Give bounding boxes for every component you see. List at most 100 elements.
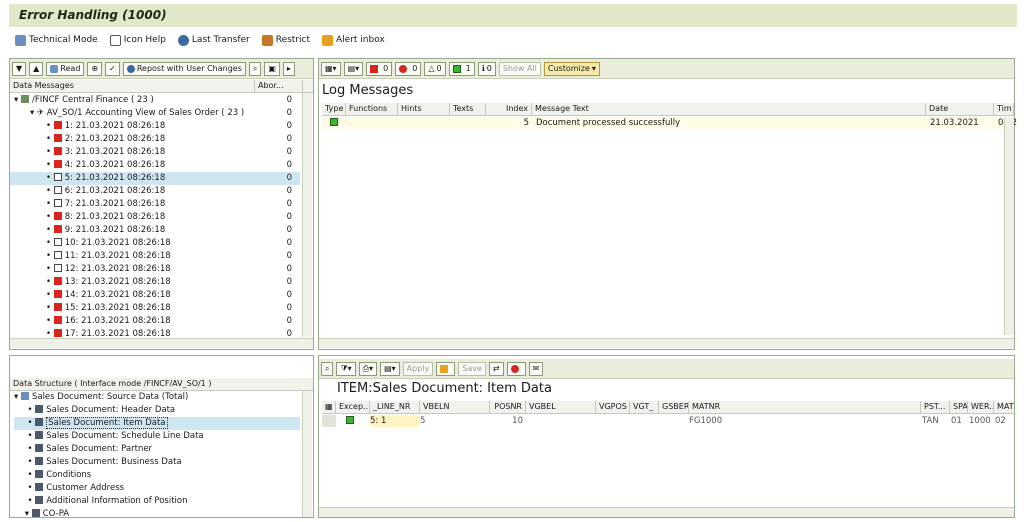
more-button[interactable]: ▸ (282, 61, 295, 76)
tree-message-item[interactable]: • 5: 21.03.2021 08:26:18 0 (10, 172, 300, 185)
person-button[interactable] (436, 361, 456, 376)
cell-mat[interactable]: 02 (995, 415, 1006, 427)
tree-message-item[interactable]: • 7: 21.03.2021 08:26:18 0 (10, 198, 300, 211)
tree-message-item[interactable]: • 16: 21.03.2021 08:26:18 0 (10, 315, 300, 328)
structure-item[interactable]: • Conditions (14, 469, 300, 482)
tree-vertical-scrollbar[interactable] (302, 93, 312, 337)
tree-message-item[interactable]: • 4: 21.03.2021 08:26:18 0 (10, 159, 300, 172)
tree-message-item[interactable]: • 15: 21.03.2021 08:26:18 0 (10, 302, 300, 315)
tree-message-item[interactable]: • 14: 21.03.2021 08:26:18 0 (10, 289, 300, 302)
expand-button[interactable]: ▼ (12, 61, 27, 76)
col-gsber: GSBER (659, 400, 689, 414)
item-toolbar: ⌕ ⧩▾ ⎙▾ ▤▾ Apply Save ⇄ ✉ (319, 359, 1014, 379)
log-row[interactable]: 5 Document processed successfully 21.03.… (322, 117, 1017, 130)
last-transfer-icon (177, 34, 189, 46)
cell-spa[interactable]: 01 (951, 415, 962, 427)
structure-item[interactable]: • Sales Document: Item Data (14, 417, 300, 430)
check-button[interactable]: ✓ (105, 61, 120, 76)
abort-count: 0 (286, 251, 292, 261)
technical-mode-button[interactable]: Technical Mode (15, 34, 98, 46)
print-button[interactable]: ⎙▾ (358, 361, 378, 376)
layout-item-button[interactable]: ▤▾ (380, 361, 400, 376)
abort-count: 0 (286, 147, 292, 157)
warning-filter-button[interactable]: △ 0 (424, 61, 446, 76)
cell-matnr[interactable]: FG1000 (689, 415, 722, 427)
abort-count: 0 (286, 199, 292, 209)
tree-message-item[interactable]: • 6: 21.03.2021 08:26:18 0 (10, 185, 300, 198)
log-table-header: Type Functions Hints Texts Index Message… (322, 102, 1014, 116)
checkered-flag-icon (53, 173, 62, 181)
structure-item[interactable]: ▾ CO-PA (14, 508, 300, 521)
mail-button[interactable]: ✉ (528, 361, 544, 376)
item-row[interactable]: 5: 1 5 10 FG1000 TAN 01 1000 02 (322, 415, 1014, 428)
structure-item[interactable]: • Sales Document: Partner (14, 443, 300, 456)
abort-count: 0 (286, 186, 292, 196)
last-transfer-button[interactable]: Last Transfer (177, 34, 250, 46)
structure-item[interactable]: • Sales Document: Business Data (14, 456, 300, 469)
stop-filter-button[interactable]: 0 (366, 61, 393, 76)
find-button[interactable]: ⌕ (248, 61, 262, 76)
info-filter-button[interactable]: ℹ0 (477, 61, 496, 76)
display-button[interactable]: ▣ (264, 61, 280, 76)
cell-vbeln[interactable]: 5 (420, 415, 490, 427)
tree-child[interactable]: ▾ ✈ AV_SO/1 Accounting View of Sales Ord… (10, 107, 300, 120)
tree-message-item[interactable]: • 3: 21.03.2021 08:26:18 0 (10, 146, 300, 159)
structure-root[interactable]: ▾ Sales Document: Source Data (Total) (14, 391, 304, 404)
repost-button[interactable]: Repost with User Changes (122, 61, 246, 76)
error-flag-icon (53, 160, 62, 168)
col-selector: ▦ (322, 400, 336, 414)
details-button[interactable]: ▦▾ (321, 61, 341, 76)
save-button[interactable]: Save (458, 361, 486, 376)
apply-button[interactable]: Apply (402, 361, 434, 376)
error-button[interactable] (506, 361, 526, 376)
error-flag-icon (53, 225, 62, 233)
show-all-button[interactable]: Show All (498, 61, 541, 76)
structure-vertical-scrollbar[interactable] (302, 391, 312, 517)
tree-horizontal-scrollbar[interactable] (10, 338, 313, 348)
checkered-flag-icon (53, 251, 62, 259)
layout-button[interactable]: ▤▾ (343, 61, 364, 76)
log-vertical-scrollbar[interactable] (1004, 117, 1014, 335)
structure-item[interactable]: • Customer Address (14, 482, 300, 495)
find-item-button[interactable]: ⌕ (321, 361, 334, 376)
tree-message-item[interactable]: • 2: 21.03.2021 08:26:18 0 (10, 133, 300, 146)
row-selector[interactable] (322, 415, 336, 427)
cell-posnr[interactable]: 10 (490, 415, 526, 427)
tree-root[interactable]: ▾ /FINCF Central Finance ( 23 ) 0 (10, 94, 300, 107)
tree-message-item[interactable]: • 8: 21.03.2021 08:26:18 0 (10, 211, 300, 224)
tree-message-item[interactable]: • 11: 21.03.2021 08:26:18 0 (10, 250, 300, 263)
alert-inbox-button[interactable]: Alert inbox (322, 34, 385, 46)
tree-message-item[interactable]: • 1: 21.03.2021 08:26:18 0 (10, 120, 300, 133)
icon-help-button[interactable]: Icon Help (109, 34, 166, 46)
structure-item[interactable]: • Sales Document: Schedule Line Data (14, 430, 300, 443)
success-filter-button[interactable]: 1 (448, 61, 475, 76)
error-flag-icon (53, 147, 62, 155)
log-title: Log Messages (322, 83, 414, 98)
collapse-button[interactable]: ▲ (29, 61, 44, 76)
tree-message-item[interactable]: • 9: 21.03.2021 08:26:18 0 (10, 224, 300, 237)
abort-count: 0 (286, 160, 292, 170)
error-filter-button[interactable]: 0 (395, 61, 422, 76)
tree-message-item[interactable]: • 13: 21.03.2021 08:26:18 0 (10, 276, 300, 289)
process-button[interactable]: ⊕ (87, 61, 103, 76)
customize-button[interactable]: Customize ▾ (543, 61, 600, 76)
log-horizontal-scrollbar[interactable] (319, 338, 1014, 348)
log-toolbar: ▦▾ ▤▾ 0 0 △ 0 1 ℹ0 Show All Customize ▾ (319, 59, 1014, 79)
restrict-button[interactable]: Restrict (261, 34, 310, 46)
col-index: Index (486, 102, 532, 116)
col-pst: PST... (921, 400, 950, 414)
item-horizontal-scrollbar[interactable] (319, 507, 1014, 517)
restrict-icon (261, 34, 273, 46)
filter-button[interactable]: ⧩▾ (336, 361, 356, 376)
tree-message-item[interactable]: • 10: 21.03.2021 08:26:18 0 (10, 237, 300, 250)
cell-line-nr[interactable]: 5: 1 (370, 415, 420, 427)
structure-item[interactable]: • Sales Document: Header Data (14, 404, 300, 417)
exception-light (346, 415, 357, 427)
read-button[interactable]: Read (46, 61, 85, 76)
cell-pst[interactable]: TAN (922, 415, 939, 427)
tree-message-item[interactable]: • 12: 21.03.2021 08:26:18 0 (10, 263, 300, 276)
cell-wer[interactable]: 1000 (969, 415, 991, 427)
compare-button[interactable]: ⇄ (488, 361, 504, 376)
checkered-flag-icon (53, 238, 62, 246)
structure-item[interactable]: • Additional Information of Position (14, 495, 300, 508)
